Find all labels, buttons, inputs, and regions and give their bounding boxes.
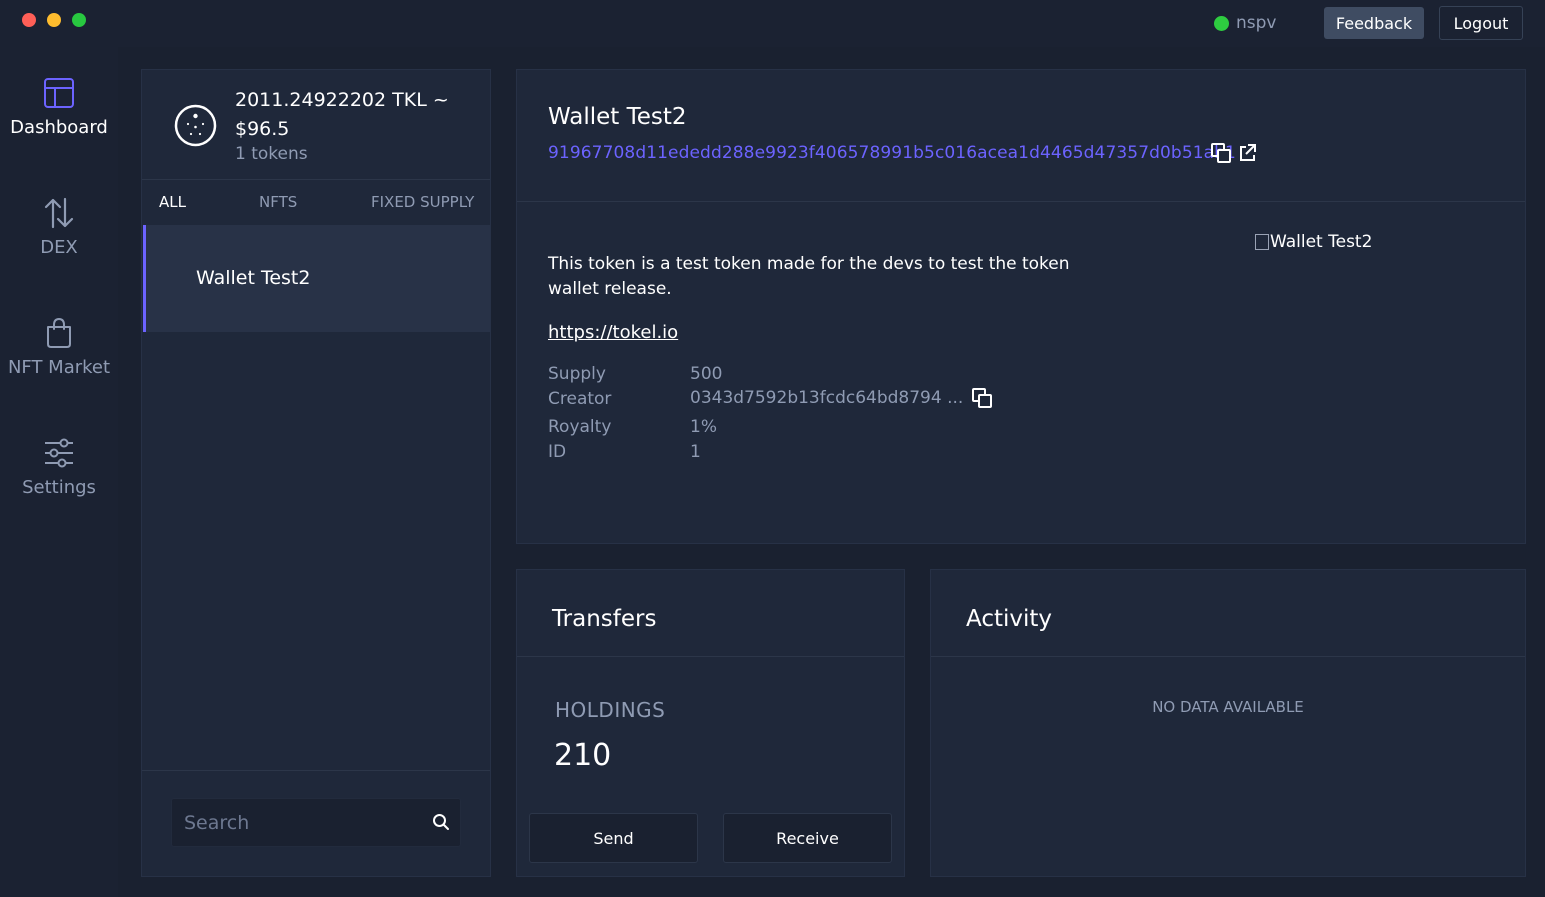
- transfers-panel: Transfers HOLDINGS 210 Send Receive: [516, 569, 905, 877]
- title-bar: nspv Feedback Logout: [0, 0, 1545, 47]
- network-status: nspv: [1214, 12, 1276, 34]
- empty-state-text: NO DATA AVAILABLE: [1152, 698, 1304, 716]
- copy-icon[interactable]: [1210, 142, 1232, 164]
- divider: [931, 656, 1525, 657]
- swap-arrows-icon: [44, 197, 74, 229]
- prop-value-id: 1: [690, 442, 701, 462]
- search-input[interactable]: [172, 799, 422, 846]
- token-id-hash[interactable]: 91967708d11ededd288e9923f406578991b5c016…: [548, 143, 1236, 163]
- receive-button[interactable]: Receive: [723, 813, 892, 863]
- nav-item-dex[interactable]: DEX: [0, 197, 118, 258]
- dashboard-icon: [44, 78, 74, 108]
- holdings-label: HOLDINGS: [555, 698, 666, 722]
- search-box: [171, 798, 461, 847]
- prop-value-royalty: 1%: [690, 417, 717, 437]
- token-url-link[interactable]: https://tokel.io: [548, 322, 678, 343]
- token-list-item[interactable]: Wallet Test2: [143, 225, 490, 332]
- nav-label-dex: DEX: [40, 237, 78, 258]
- hash-actions: [1210, 142, 1256, 164]
- token-balance: 2011.24922202 TKL ~ $96.5: [235, 89, 449, 140]
- token-details-panel: Wallet Test2 91967708d11ededd288e9923f40…: [516, 69, 1526, 544]
- divider: [142, 770, 490, 771]
- window-maximize-button[interactable]: [72, 13, 86, 27]
- divider: [517, 656, 904, 657]
- token-image: Wallet Test2: [1255, 232, 1372, 252]
- feedback-button[interactable]: Feedback: [1324, 7, 1424, 39]
- nav-label-settings: Settings: [22, 477, 96, 498]
- token-count: 1 tokens: [235, 144, 308, 164]
- token-filter-tabs: ALL NFTS FIXED SUPPLY: [142, 180, 490, 224]
- logout-button[interactable]: Logout: [1439, 6, 1523, 40]
- send-button[interactable]: Send: [529, 813, 698, 863]
- network-label: nspv: [1236, 13, 1277, 33]
- sliders-icon: [45, 438, 73, 468]
- prop-label-creator: Creator: [548, 389, 612, 409]
- holdings-value: 210: [554, 738, 612, 773]
- prop-label-supply: Supply: [548, 364, 606, 384]
- sidebar-nav: Dashboard DEX NFT Market Settings: [0, 47, 118, 897]
- tab-all[interactable]: ALL: [159, 193, 186, 211]
- status-dot-icon: [1214, 15, 1229, 31]
- nav-label-dashboard: Dashboard: [10, 117, 108, 138]
- divider: [517, 201, 1525, 202]
- broken-image-icon: [1255, 234, 1269, 250]
- shopping-bag-icon: [47, 317, 71, 348]
- window-close-button[interactable]: [22, 13, 36, 27]
- tab-fixed-supply[interactable]: FIXED SUPPLY: [371, 193, 474, 211]
- token-image-alt: Wallet Test2: [1270, 232, 1373, 252]
- activity-title: Activity: [966, 606, 1053, 632]
- nav-item-dashboard[interactable]: Dashboard: [0, 77, 118, 138]
- search-icon[interactable]: [432, 813, 450, 831]
- nav-item-nft-market[interactable]: NFT Market: [0, 317, 118, 378]
- token-description: This token is a test token made for the …: [548, 254, 1070, 299]
- tab-nfts[interactable]: NFTS: [259, 193, 297, 211]
- prop-value-creator: 0343d7592b13fcdc64bd8794 ...: [690, 388, 964, 408]
- nav-item-settings[interactable]: Settings: [0, 437, 118, 498]
- activity-panel: Activity NO DATA AVAILABLE: [930, 569, 1526, 877]
- copy-icon[interactable]: [971, 387, 993, 409]
- token-item-name: Wallet Test2: [196, 267, 311, 289]
- window-minimize-button[interactable]: [47, 13, 61, 27]
- prop-label-royalty: Royalty: [548, 417, 612, 437]
- prop-value-creator-row: 0343d7592b13fcdc64bd8794 ...: [690, 387, 993, 409]
- token-list-panel: 2011.24922202 TKL ~ $96.5 1 tokens ALL N…: [141, 69, 491, 877]
- transfers-title: Transfers: [552, 606, 657, 632]
- nav-label-nft-market: NFT Market: [7, 357, 111, 378]
- token-title: Wallet Test2: [548, 104, 687, 130]
- external-link-icon[interactable]: [1238, 142, 1256, 164]
- token-coin-icon: [174, 104, 217, 147]
- prop-label-id: ID: [548, 442, 567, 462]
- prop-value-supply: 500: [690, 364, 723, 384]
